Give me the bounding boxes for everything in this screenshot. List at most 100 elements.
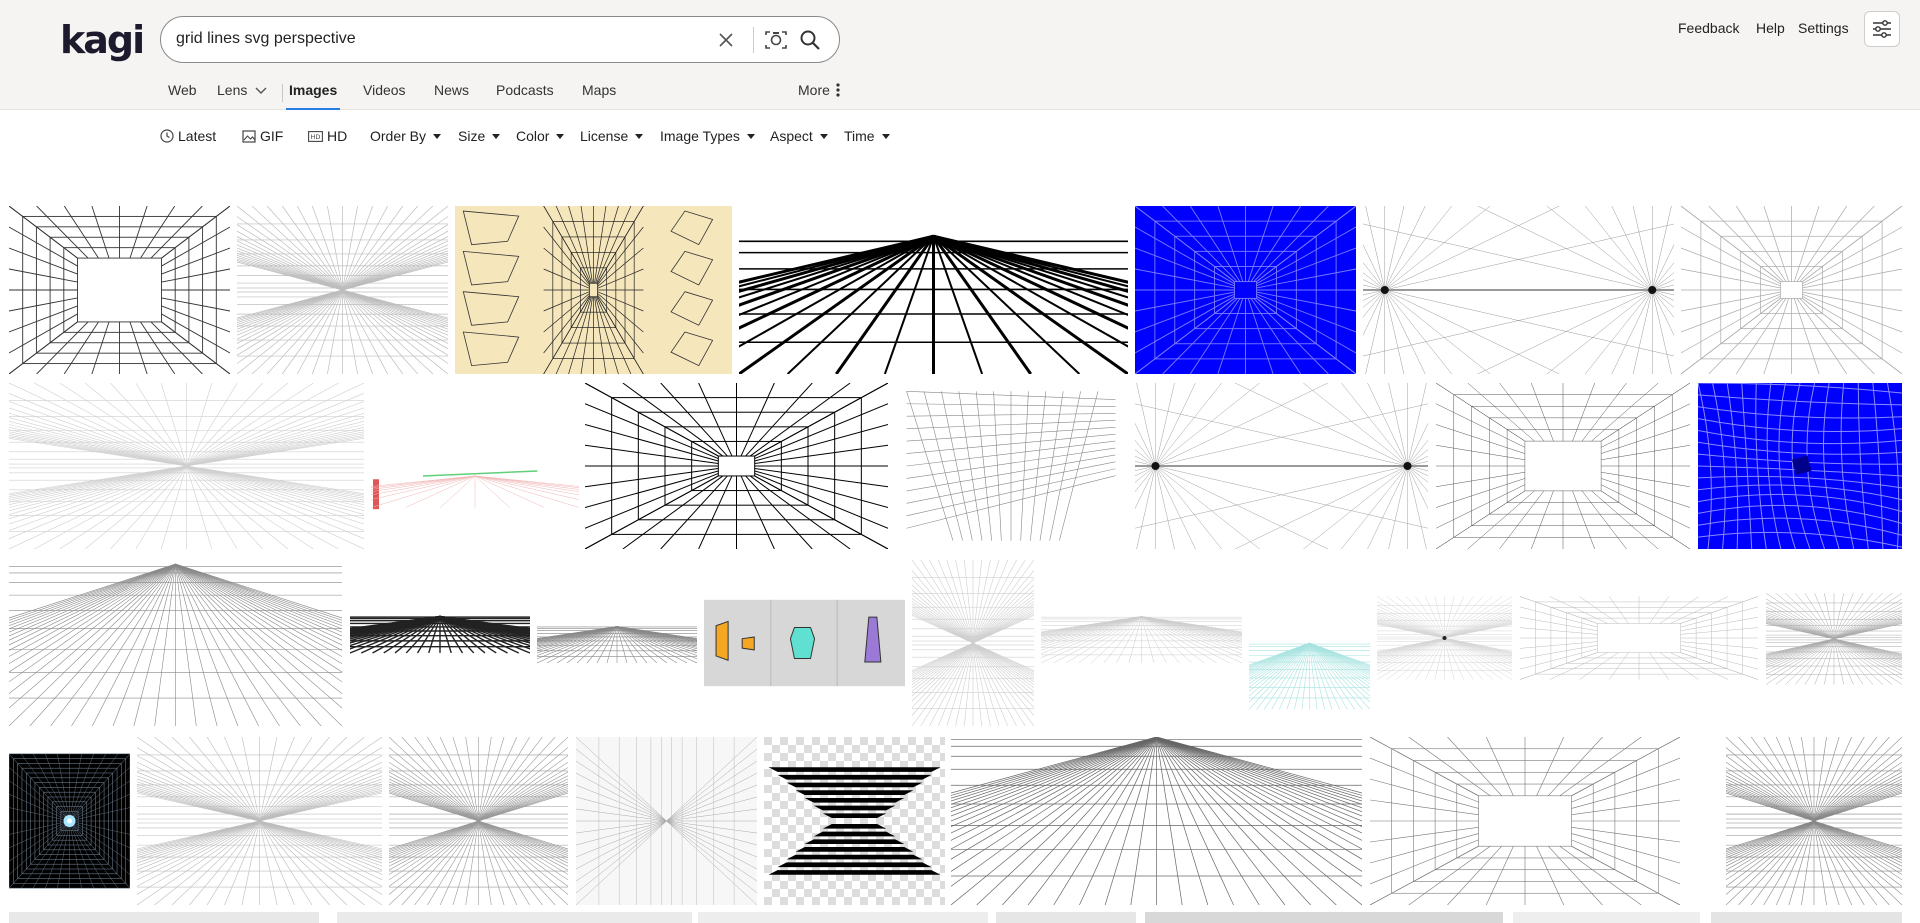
image-result-thumbnail[interactable] bbox=[537, 560, 697, 726]
thumbnail-image bbox=[455, 206, 732, 374]
filter-hd[interactable]: HD HD bbox=[308, 128, 347, 144]
image-result-thumbnail[interactable] bbox=[1041, 560, 1242, 726]
image-result-thumbnail[interactable] bbox=[337, 912, 692, 923]
image-result-thumbnail[interactable] bbox=[704, 560, 905, 726]
image-result-thumbnail[interactable] bbox=[9, 383, 364, 549]
thumbnail-image bbox=[1249, 560, 1370, 726]
sliders-button[interactable] bbox=[1864, 11, 1900, 47]
clock-icon bbox=[160, 129, 174, 143]
image-result-thumbnail[interactable] bbox=[895, 383, 1127, 549]
thumbnail-image bbox=[537, 560, 697, 726]
filter-aspect[interactable]: Aspect bbox=[770, 128, 828, 144]
thumbnail-image bbox=[951, 737, 1362, 905]
image-result-thumbnail[interactable] bbox=[951, 737, 1362, 905]
thumbnail-image bbox=[137, 737, 382, 905]
image-result-thumbnail[interactable] bbox=[1520, 560, 1758, 726]
vertical-dots-icon bbox=[836, 83, 840, 97]
thumbnail-image bbox=[1726, 737, 1902, 905]
image-result-thumbnail[interactable] bbox=[576, 737, 757, 905]
thumbnail-image bbox=[739, 206, 1128, 374]
thumbnail-image bbox=[764, 737, 945, 905]
tab-web[interactable]: Web bbox=[168, 82, 197, 110]
filter-hd-label: HD bbox=[327, 128, 348, 144]
filter-size-label: Size bbox=[458, 128, 486, 144]
search-input[interactable]: grid lines svg perspective bbox=[176, 30, 356, 48]
image-result-thumbnail[interactable] bbox=[996, 912, 1136, 923]
thumbnail-image bbox=[1520, 560, 1758, 726]
image-result-thumbnail[interactable] bbox=[764, 737, 945, 905]
filter-order-by[interactable]: Order By bbox=[370, 128, 442, 144]
caret-down-icon bbox=[635, 133, 644, 139]
image-result-thumbnail[interactable] bbox=[1436, 383, 1690, 549]
image-result-thumbnail[interactable] bbox=[1681, 206, 1902, 374]
filter-gif[interactable]: GIF bbox=[242, 128, 283, 144]
image-result-thumbnail[interactable] bbox=[237, 206, 448, 374]
image-result-thumbnail[interactable] bbox=[1145, 912, 1503, 923]
thumbnail-image bbox=[698, 912, 988, 923]
filter-gif-label: GIF bbox=[260, 128, 284, 144]
search-divider bbox=[753, 27, 754, 53]
image-result-thumbnail[interactable] bbox=[137, 737, 382, 905]
clear-icon[interactable] bbox=[713, 27, 739, 53]
image-result-thumbnail[interactable] bbox=[1135, 383, 1428, 549]
thumbnail-image bbox=[1135, 383, 1428, 549]
image-result-thumbnail[interactable] bbox=[9, 560, 342, 726]
thumbnail-image bbox=[337, 912, 692, 923]
image-result-thumbnail[interactable] bbox=[1363, 206, 1674, 374]
search-icon[interactable] bbox=[797, 27, 823, 53]
image-result-thumbnail[interactable] bbox=[1698, 383, 1902, 549]
hd-icon: HD bbox=[308, 130, 323, 142]
settings-link[interactable]: Settings bbox=[1798, 20, 1849, 36]
tab-news[interactable]: News bbox=[434, 82, 469, 110]
help-link[interactable]: Help bbox=[1756, 20, 1785, 36]
filter-time[interactable]: Time bbox=[844, 128, 890, 144]
image-result-thumbnail[interactable] bbox=[698, 912, 988, 923]
image-icon bbox=[242, 129, 256, 143]
filter-latest[interactable]: Latest bbox=[160, 128, 216, 144]
thumbnail-image bbox=[1135, 206, 1356, 374]
thumbnail-image bbox=[1681, 206, 1902, 374]
thumbnail-image bbox=[1698, 383, 1902, 549]
image-result-thumbnail[interactable] bbox=[371, 383, 579, 549]
image-result-thumbnail[interactable] bbox=[9, 206, 230, 374]
svg-text:HD: HD bbox=[311, 133, 321, 141]
image-result-thumbnail[interactable] bbox=[350, 560, 530, 726]
image-result-thumbnail[interactable] bbox=[9, 912, 319, 923]
thumbnail-image bbox=[585, 383, 888, 549]
image-result-thumbnail[interactable] bbox=[1513, 912, 1700, 923]
tab-podcasts[interactable]: Podcasts bbox=[496, 82, 554, 110]
image-result-thumbnail[interactable] bbox=[585, 383, 888, 549]
image-result-thumbnail[interactable] bbox=[1249, 560, 1370, 726]
image-result-thumbnail[interactable] bbox=[1135, 206, 1356, 374]
filter-color[interactable]: Color bbox=[516, 128, 565, 144]
filter-image-types[interactable]: Image Types bbox=[660, 128, 755, 144]
image-result-thumbnail[interactable] bbox=[455, 206, 732, 374]
more-menu[interactable]: More bbox=[798, 82, 840, 98]
camera-search-icon[interactable] bbox=[763, 27, 789, 53]
tab-maps[interactable]: Maps bbox=[582, 82, 616, 110]
feedback-link[interactable]: Feedback bbox=[1678, 20, 1739, 36]
caret-down-icon bbox=[881, 133, 890, 139]
thumbnail-image bbox=[1377, 560, 1512, 726]
image-result-thumbnail[interactable] bbox=[912, 560, 1034, 726]
image-result-thumbnail[interactable] bbox=[1726, 737, 1902, 905]
image-result-thumbnail[interactable] bbox=[739, 206, 1128, 374]
tab-videos[interactable]: Videos bbox=[363, 82, 406, 110]
filter-size[interactable]: Size bbox=[458, 128, 501, 144]
filter-license-label: License bbox=[580, 128, 629, 144]
search-box[interactable]: grid lines svg perspective bbox=[160, 16, 840, 63]
thumbnail-image bbox=[371, 383, 579, 549]
kagi-logo[interactable]: kagi bbox=[60, 18, 145, 62]
image-result-thumbnail[interactable] bbox=[1377, 560, 1512, 726]
image-result-thumbnail[interactable] bbox=[1766, 560, 1902, 726]
tab-lens[interactable]: Lens bbox=[217, 82, 267, 110]
thumbnail-image bbox=[704, 560, 905, 726]
image-result-thumbnail[interactable] bbox=[1711, 912, 1902, 923]
tab-images[interactable]: Images bbox=[286, 82, 341, 110]
image-result-thumbnail[interactable] bbox=[9, 737, 130, 905]
filter-time-label: Time bbox=[844, 128, 875, 144]
image-result-thumbnail[interactable] bbox=[1370, 737, 1680, 905]
filter-license[interactable]: License bbox=[580, 128, 644, 144]
image-result-thumbnail[interactable] bbox=[389, 737, 568, 905]
sliders-icon bbox=[1873, 20, 1891, 38]
